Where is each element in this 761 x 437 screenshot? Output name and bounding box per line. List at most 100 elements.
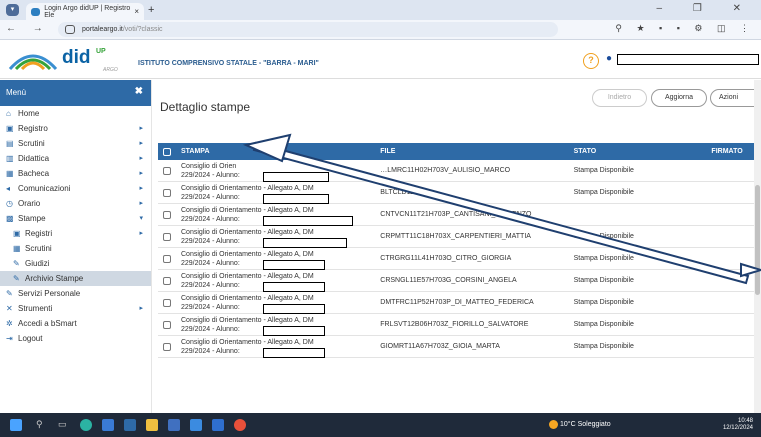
- cell-stampa-line1: Consiglio di Orientamento - Allegato A, …: [181, 250, 314, 258]
- cell-file[interactable]: …LMRC11H02H703V_AULISIO_MARCO: [380, 167, 573, 174]
- cell-file[interactable]: BLTCLD11…: [380, 189, 573, 196]
- back-button[interactable]: Indietro: [592, 89, 647, 107]
- column-header-file[interactable]: FILE: [380, 148, 573, 155]
- tab-menu-button[interactable]: ▾: [6, 4, 19, 16]
- app-header: did UP ARGO ISTITUTO COMPRENSIVO STATALE…: [0, 41, 761, 79]
- folder-icon[interactable]: [146, 419, 158, 431]
- sidebar-item-scrutini[interactable]: ▤ Scrutini ▸: [0, 136, 151, 151]
- sidebar-close-icon[interactable]: ✖: [135, 86, 143, 97]
- site-info-icon[interactable]: [65, 25, 75, 34]
- cell-stato: Stampa Disponibile: [573, 299, 634, 306]
- close-tab-icon[interactable]: ×: [134, 7, 139, 16]
- browser-tab[interactable]: Login Argo didUP | Registro Ele ×: [26, 3, 144, 20]
- table-row[interactable]: Consiglio di Orientamento - Allegato A, …: [158, 226, 761, 248]
- row-checkbox[interactable]: [163, 320, 171, 329]
- grid-icon: ▦: [13, 244, 21, 253]
- app-icon[interactable]: [212, 419, 224, 431]
- cell-stato: Stampa Disponibile: [573, 189, 634, 196]
- edit-icon: ✎: [13, 274, 20, 283]
- cell-file[interactable]: GIOMRT11A67H703Z_GIOIA_MARTA: [380, 343, 573, 350]
- table-row[interactable]: Consiglio di Orientamento - Allegato A, …: [158, 292, 761, 314]
- sidebar-item-bacheca[interactable]: ▦ Bacheca ▸: [0, 166, 151, 181]
- weather-text[interactable]: 10°C Soleggiato: [560, 421, 611, 428]
- logout-icon: ⇥: [6, 334, 13, 343]
- clock-time: 10:48: [737, 418, 753, 424]
- table-row[interactable]: Consiglio di Orien 229/2024 - Alunno: …LMR…: [158, 160, 761, 182]
- cell-stato: Stampa Disponibile: [573, 321, 634, 328]
- student-name-redacted: [263, 215, 353, 226]
- home-icon: ⌂: [6, 109, 11, 118]
- cell-file[interactable]: CNTVCN11T21H703P_CANTISANI_VINCENZO: [380, 211, 573, 218]
- student-name-redacted: [263, 193, 329, 204]
- refresh-button[interactable]: Aggiorna: [651, 89, 707, 107]
- app-icon[interactable]: [124, 419, 136, 431]
- sidebar-item-registro[interactable]: ▣ Registro ▸: [0, 121, 151, 136]
- sidebar-item-label: Servizi Personale: [18, 289, 81, 298]
- clock[interactable]: 10:48 12/12/2024: [723, 418, 753, 432]
- sidebar-item-stampe[interactable]: ▩ Stampe ▾: [0, 211, 151, 226]
- edge-icon[interactable]: [80, 419, 92, 431]
- book-icon: ▥: [6, 154, 14, 163]
- table-row[interactable]: Consiglio di Orientamento - Allegato A, …: [158, 204, 761, 226]
- sidebar-item-orario[interactable]: ◷ Orario ▸: [0, 196, 151, 211]
- sidebar-item-giudizi[interactable]: ✎ Giudizi: [0, 256, 151, 271]
- windows-taskbar: ⚲ ▭ 10°C Soleggiato 10:48 12/12/2024: [0, 413, 761, 437]
- row-checkbox[interactable]: [163, 342, 171, 351]
- app-icon[interactable]: [102, 419, 114, 431]
- row-checkbox[interactable]: [163, 276, 171, 285]
- task-view-icon[interactable]: ▭: [58, 419, 70, 431]
- sidebar-item-didattica[interactable]: ▥ Didattica ▸: [0, 151, 151, 166]
- table-row[interactable]: Consiglio di Orientamento - Allegato A, …: [158, 270, 761, 292]
- app-icon[interactable]: [168, 419, 180, 431]
- browser-toolbar-icons[interactable]: ⚲ ★ ▪ ▪ ⚙ ◫ ⋮: [615, 23, 755, 34]
- sidebar-item-home[interactable]: ⌂ Home: [0, 106, 151, 121]
- scrollbar-thumb[interactable]: [755, 185, 760, 295]
- sidebar-item-servizi-personale[interactable]: ✎ Servizi Personale: [0, 286, 151, 301]
- row-checkbox[interactable]: [163, 166, 171, 175]
- cell-file[interactable]: CRPMTT11C18H703X_CARPENTIERI_MATTIA: [380, 233, 573, 240]
- table-row[interactable]: Consiglio di Orientamento - Allegato A, …: [158, 182, 761, 204]
- windows-start-icon[interactable]: [10, 419, 22, 431]
- table-row[interactable]: Consiglio di Orientamento - Allegato A, …: [158, 314, 761, 336]
- sidebar-item-label: Strumenti: [18, 304, 53, 313]
- row-checkbox[interactable]: [163, 298, 171, 307]
- column-header-stampa[interactable]: STAMPA: [181, 147, 380, 156]
- chrome-icon[interactable]: [234, 419, 246, 431]
- edit-icon: ✎: [6, 289, 13, 298]
- row-checkbox[interactable]: [163, 232, 171, 241]
- sidebar-item-logout[interactable]: ⇥ Logout: [0, 331, 151, 346]
- sidebar-item-scrutini[interactable]: ▦ Scrutini: [0, 241, 151, 256]
- row-checkbox[interactable]: [163, 254, 171, 263]
- window-controls[interactable]: – ❐ ✕: [657, 3, 755, 14]
- student-name-redacted: [263, 259, 325, 270]
- select-all-checkbox[interactable]: [163, 147, 171, 156]
- calendar-icon: ▣: [13, 229, 21, 238]
- cell-stampa: Consiglio di Orientamento - Allegato A, …: [181, 294, 380, 314]
- table-row[interactable]: Consiglio di Orientamento - Allegato A, …: [158, 336, 761, 358]
- sidebar-item-registri[interactable]: ▣ Registri ▸: [0, 226, 151, 241]
- app-icon[interactable]: [190, 419, 202, 431]
- search-icon[interactable]: ⚲: [36, 419, 48, 431]
- table-row[interactable]: Consiglio di Orientamento - Allegato A, …: [158, 248, 761, 270]
- cell-file[interactable]: CTRGRG11L41H703O_CITRO_GIORGIA: [380, 255, 573, 262]
- sidebar-item-archivio-stampe[interactable]: ✎ Archivio Stampe: [0, 271, 151, 286]
- sidebar-item-label: Archivio Stampe: [25, 274, 84, 283]
- help-icon[interactable]: ?: [583, 53, 599, 69]
- scrollbar[interactable]: [754, 80, 761, 413]
- sidebar-item-strumenti[interactable]: ✕ Strumenti ▸: [0, 301, 151, 316]
- megaphone-icon: ◂: [6, 184, 11, 193]
- sidebar-item-comunicazioni[interactable]: ◂ Comunicazioni ▸: [0, 181, 151, 196]
- row-checkbox[interactable]: [163, 210, 171, 219]
- sidebar-item-label: Scrutini: [25, 244, 52, 253]
- row-checkbox[interactable]: [163, 188, 171, 197]
- sidebar-item-accedi-a-bsmart[interactable]: ✲ Accedi a bSmart: [0, 316, 151, 331]
- column-header-stato[interactable]: STATO: [574, 148, 712, 155]
- cell-file[interactable]: FRLSVT12B06H703Z_FIORILLO_SALVATORE: [380, 321, 573, 328]
- new-tab-button[interactable]: +: [148, 4, 154, 16]
- cell-file[interactable]: CRSNGL11E57H703G_CORSINI_ANGELA: [380, 277, 573, 284]
- calendar-icon: ▣: [6, 124, 14, 133]
- url-field[interactable]: portaleargo.it/voti/?classic: [58, 22, 558, 37]
- chevron-icon: ▸: [139, 155, 143, 162]
- cell-file[interactable]: DMTFRC11P52H703P_DI_MATTEO_FEDERICA: [380, 299, 573, 306]
- user-icon[interactable]: ●: [606, 53, 612, 64]
